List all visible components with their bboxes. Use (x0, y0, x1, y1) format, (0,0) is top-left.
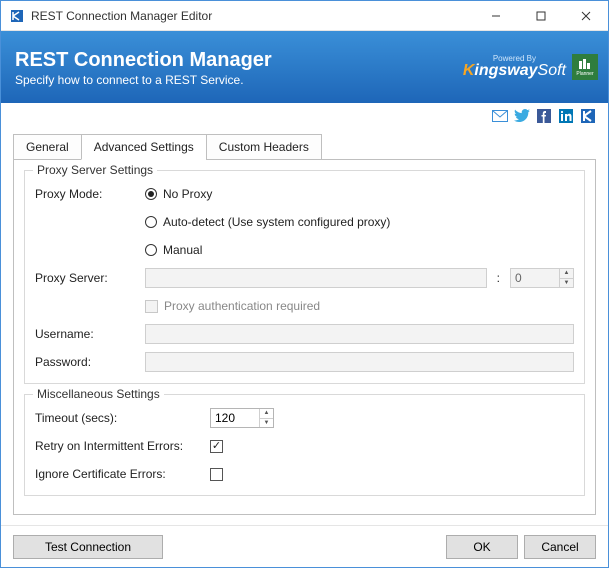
timeout-label: Timeout (secs): (35, 411, 210, 425)
proxy-groupbox: Proxy Server Settings Proxy Mode: No Pro… (24, 170, 585, 384)
maximize-button[interactable] (518, 1, 563, 30)
misc-groupbox: Miscellaneous Settings Timeout (secs): ▲… (24, 394, 585, 496)
password-input[interactable] (145, 352, 574, 372)
body: General Advanced Settings Custom Headers… (1, 129, 608, 525)
radio-no-proxy[interactable]: No Proxy (145, 187, 212, 201)
proxy-server-label: Proxy Server: (35, 271, 145, 285)
timeout-input[interactable] (211, 409, 259, 427)
tabstrip: General Advanced Settings Custom Headers (13, 133, 596, 159)
tab-advanced-settings[interactable]: Advanced Settings (81, 134, 206, 160)
ok-button[interactable]: OK (446, 535, 518, 559)
username-input[interactable] (145, 324, 574, 344)
footer: Test Connection OK Cancel (1, 525, 608, 567)
banner-logos: Powered By KingswaySoft Planner (463, 31, 598, 103)
banner: REST Connection Manager Specify how to c… (1, 31, 608, 103)
window-title: REST Connection Manager Editor (31, 9, 473, 23)
retry-checkbox[interactable] (210, 440, 223, 453)
misc-group-label: Miscellaneous Settings (33, 387, 164, 401)
proxy-port-spinner[interactable]: ▲ ▼ (510, 268, 574, 288)
ignore-cert-checkbox[interactable] (210, 468, 223, 481)
social-row (1, 103, 608, 129)
close-button[interactable] (563, 1, 608, 30)
timeout-up-icon[interactable]: ▲ (260, 409, 273, 419)
password-label: Password: (35, 355, 145, 369)
timeout-spinner[interactable]: ▲ ▼ (210, 408, 274, 428)
port-up-icon[interactable]: ▲ (560, 269, 573, 279)
proxy-mode-label: Proxy Mode: (35, 187, 145, 201)
retry-label: Retry on Intermittent Errors: (35, 439, 210, 453)
dialog-window: REST Connection Manager Editor REST Conn… (0, 0, 609, 568)
username-label: Username: (35, 327, 145, 341)
proxy-auth-label: Proxy authentication required (164, 299, 320, 313)
mail-icon[interactable] (492, 108, 508, 124)
window-controls (473, 1, 608, 30)
linkedin-icon[interactable] (558, 108, 574, 124)
tab-custom-headers[interactable]: Custom Headers (206, 134, 322, 160)
tab-general[interactable]: General (13, 134, 81, 160)
test-connection-button[interactable]: Test Connection (13, 535, 163, 559)
proxy-group-label: Proxy Server Settings (33, 163, 157, 177)
radio-auto-detect[interactable]: Auto-detect (Use system configured proxy… (145, 215, 390, 229)
k-icon[interactable] (580, 108, 596, 124)
facebook-icon[interactable] (536, 108, 552, 124)
ignore-cert-label: Ignore Certificate Errors: (35, 467, 210, 481)
kingswaysoft-logo: Powered By KingswaySoft (463, 55, 566, 79)
planner-logo: Planner (572, 54, 598, 80)
port-down-icon[interactable]: ▼ (560, 279, 573, 288)
app-icon (9, 8, 25, 24)
tabpage-advanced: Proxy Server Settings Proxy Mode: No Pro… (13, 159, 596, 515)
proxy-server-input[interactable] (145, 268, 487, 288)
proxy-auth-checkbox (145, 300, 158, 313)
cancel-button[interactable]: Cancel (524, 535, 596, 559)
titlebar: REST Connection Manager Editor (1, 1, 608, 31)
timeout-down-icon[interactable]: ▼ (260, 419, 273, 428)
proxy-port-input[interactable] (511, 269, 559, 287)
minimize-button[interactable] (473, 1, 518, 30)
twitter-icon[interactable] (514, 108, 530, 124)
radio-manual[interactable]: Manual (145, 243, 202, 257)
